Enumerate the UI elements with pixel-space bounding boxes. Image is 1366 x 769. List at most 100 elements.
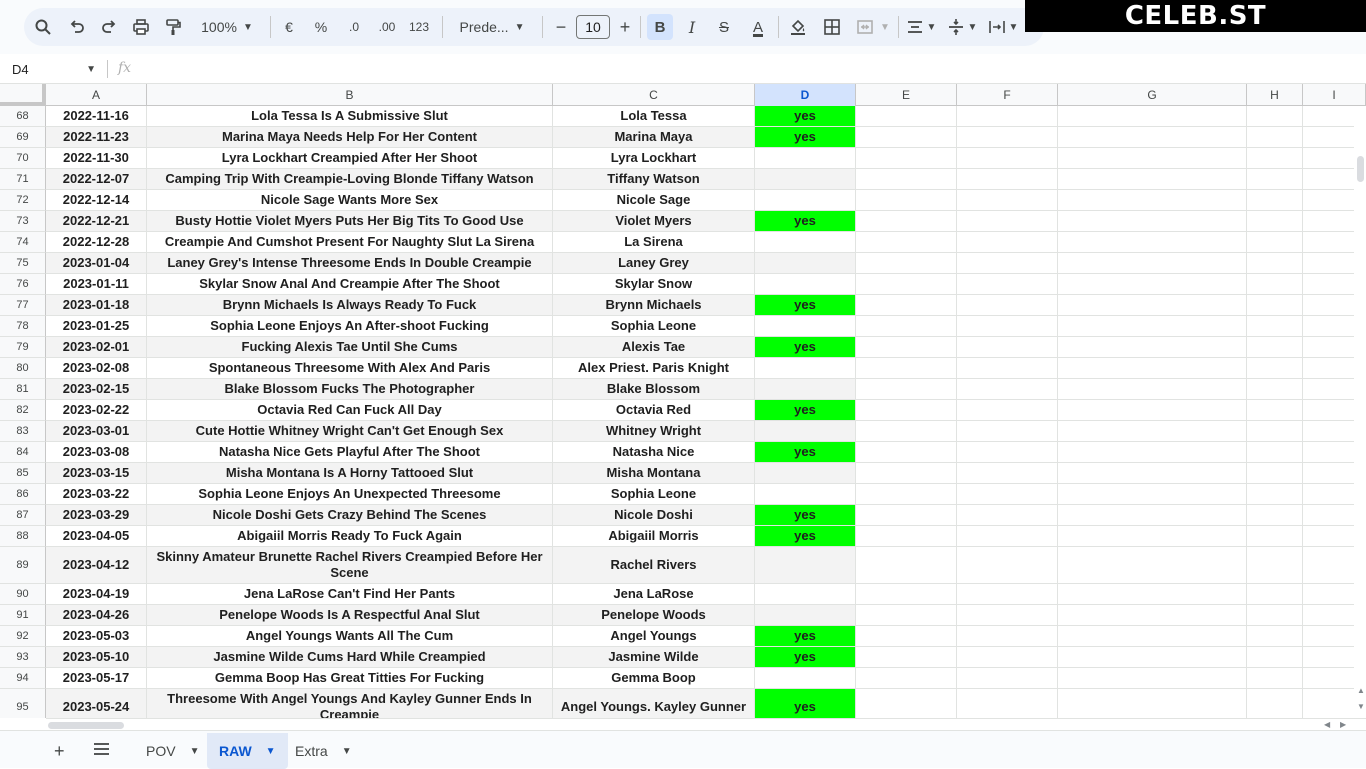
- empty-cell[interactable]: [957, 442, 1058, 463]
- empty-cell[interactable]: [957, 379, 1058, 400]
- flag-cell[interactable]: yes: [755, 526, 856, 547]
- empty-cell[interactable]: [1058, 148, 1247, 169]
- performer-cell[interactable]: Nicole Sage: [553, 190, 755, 211]
- performer-cell[interactable]: Angel Youngs: [553, 626, 755, 647]
- title-cell[interactable]: Spontaneous Threesome With Alex And Pari…: [147, 358, 553, 379]
- date-cell[interactable]: 2023-03-29: [46, 505, 147, 526]
- empty-cell[interactable]: [957, 232, 1058, 253]
- title-cell[interactable]: Lyra Lockhart Creampied After Her Shoot: [147, 148, 553, 169]
- performer-cell[interactable]: Abigaiil Morris: [553, 526, 755, 547]
- date-cell[interactable]: 2023-03-01: [46, 421, 147, 442]
- flag-cell[interactable]: [755, 274, 856, 295]
- redo-icon[interactable]: [96, 14, 122, 40]
- date-cell[interactable]: 2023-05-10: [46, 647, 147, 668]
- empty-cell[interactable]: [1247, 316, 1303, 337]
- all-sheets-icon[interactable]: [93, 740, 110, 761]
- empty-cell[interactable]: [1058, 584, 1247, 605]
- column-header-g[interactable]: G: [1058, 84, 1247, 106]
- empty-cell[interactable]: [1247, 337, 1303, 358]
- empty-cell[interactable]: [957, 358, 1058, 379]
- row-header[interactable]: 78: [0, 316, 46, 337]
- performer-cell[interactable]: Blake Blossom: [553, 379, 755, 400]
- flag-cell[interactable]: [755, 358, 856, 379]
- sheet-tab-raw[interactable]: RAW ▼: [207, 733, 288, 769]
- empty-cell[interactable]: [1058, 337, 1247, 358]
- performer-cell[interactable]: Penelope Woods: [553, 605, 755, 626]
- date-cell[interactable]: 2023-02-01: [46, 337, 147, 358]
- title-cell[interactable]: Creampie And Cumshot Present For Naughty…: [147, 232, 553, 253]
- row-header[interactable]: 75: [0, 253, 46, 274]
- empty-cell[interactable]: [1058, 647, 1247, 668]
- flag-cell[interactable]: yes: [755, 647, 856, 668]
- title-cell[interactable]: Octavia Red Can Fuck All Day: [147, 400, 553, 421]
- empty-cell[interactable]: [1058, 668, 1247, 689]
- row-header[interactable]: 94: [0, 668, 46, 689]
- date-cell[interactable]: 2023-02-08: [46, 358, 147, 379]
- title-cell[interactable]: Camping Trip With Creampie-Loving Blonde…: [147, 169, 553, 190]
- empty-cell[interactable]: [1247, 526, 1303, 547]
- empty-cell[interactable]: [856, 400, 957, 421]
- title-cell[interactable]: Abigaiil Morris Ready To Fuck Again: [147, 526, 553, 547]
- text-wrapping-icon[interactable]: ▼: [985, 14, 1021, 40]
- performer-cell[interactable]: Skylar Snow: [553, 274, 755, 295]
- empty-cell[interactable]: [856, 526, 957, 547]
- performer-cell[interactable]: Marina Maya: [553, 127, 755, 148]
- empty-cell[interactable]: [957, 211, 1058, 232]
- empty-cell[interactable]: [1247, 211, 1303, 232]
- flag-cell[interactable]: [755, 148, 856, 169]
- column-header-i[interactable]: I: [1303, 84, 1366, 106]
- performer-cell[interactable]: Lyra Lockhart: [553, 148, 755, 169]
- column-header-a[interactable]: A: [46, 84, 147, 106]
- chevron-down-icon[interactable]: ▼: [342, 746, 352, 757]
- date-cell[interactable]: 2022-11-23: [46, 127, 147, 148]
- empty-cell[interactable]: [1058, 127, 1247, 148]
- flag-cell[interactable]: [755, 421, 856, 442]
- horizontal-scroll-thumb[interactable]: [48, 722, 124, 729]
- column-header-f[interactable]: F: [957, 84, 1058, 106]
- empty-cell[interactable]: [856, 316, 957, 337]
- empty-cell[interactable]: [957, 337, 1058, 358]
- title-cell[interactable]: Brynn Michaels Is Always Ready To Fuck: [147, 295, 553, 316]
- empty-cell[interactable]: [856, 274, 957, 295]
- empty-cell[interactable]: [1247, 484, 1303, 505]
- empty-cell[interactable]: [856, 190, 957, 211]
- empty-cell[interactable]: [1247, 127, 1303, 148]
- empty-cell[interactable]: [957, 421, 1058, 442]
- flag-cell[interactable]: [755, 668, 856, 689]
- empty-cell[interactable]: [1058, 190, 1247, 211]
- row-header[interactable]: 95: [0, 689, 46, 718]
- font-size-field[interactable]: 10: [575, 14, 611, 40]
- empty-cell[interactable]: [957, 190, 1058, 211]
- vertical-scrollbar[interactable]: ▲ ▼: [1354, 106, 1366, 718]
- performer-cell[interactable]: Lola Tessa: [553, 106, 755, 127]
- row-header[interactable]: 88: [0, 526, 46, 547]
- row-header[interactable]: 87: [0, 505, 46, 526]
- row-header[interactable]: 70: [0, 148, 46, 169]
- empty-cell[interactable]: [856, 379, 957, 400]
- scroll-down-arrow-icon[interactable]: ▼: [1357, 702, 1365, 711]
- title-cell[interactable]: Penelope Woods Is A Respectful Anal Slut: [147, 605, 553, 626]
- empty-cell[interactable]: [1058, 484, 1247, 505]
- select-all-corner[interactable]: [0, 84, 46, 106]
- date-cell[interactable]: 2023-03-08: [46, 442, 147, 463]
- empty-cell[interactable]: [1058, 442, 1247, 463]
- empty-cell[interactable]: [856, 358, 957, 379]
- flag-cell[interactable]: yes: [755, 106, 856, 127]
- empty-cell[interactable]: [856, 337, 957, 358]
- row-header[interactable]: 85: [0, 463, 46, 484]
- empty-cell[interactable]: [856, 148, 957, 169]
- percent-format-button[interactable]: %: [308, 14, 334, 40]
- title-cell[interactable]: Blake Blossom Fucks The Photographer: [147, 379, 553, 400]
- empty-cell[interactable]: [1247, 626, 1303, 647]
- empty-cell[interactable]: [1247, 547, 1303, 584]
- column-header-h[interactable]: H: [1247, 84, 1303, 106]
- empty-cell[interactable]: [1247, 689, 1303, 718]
- empty-cell[interactable]: [1247, 647, 1303, 668]
- empty-cell[interactable]: [856, 127, 957, 148]
- row-header[interactable]: 92: [0, 626, 46, 647]
- empty-cell[interactable]: [1058, 274, 1247, 295]
- row-header[interactable]: 77: [0, 295, 46, 316]
- title-cell[interactable]: Marina Maya Needs Help For Her Content: [147, 127, 553, 148]
- row-header[interactable]: 74: [0, 232, 46, 253]
- flag-cell[interactable]: yes: [755, 337, 856, 358]
